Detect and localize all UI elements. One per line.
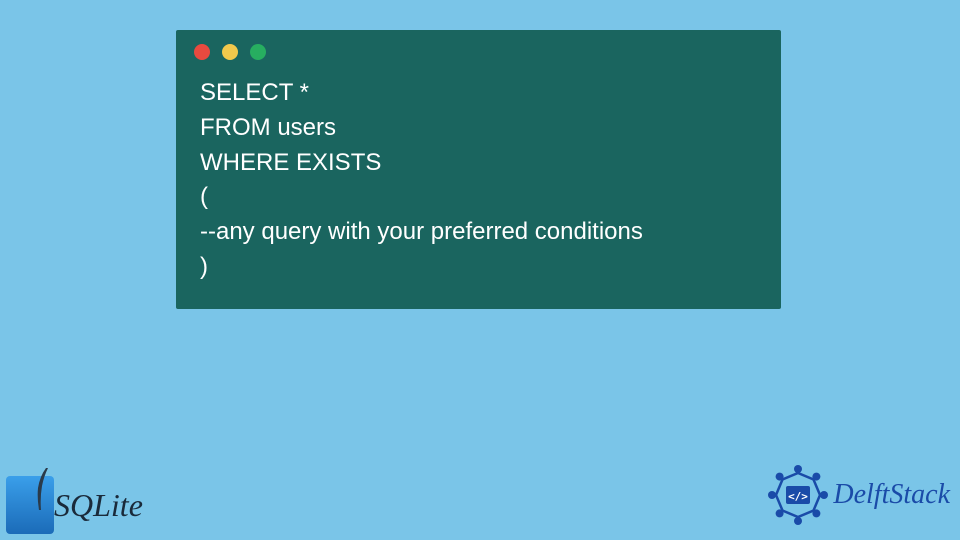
sqlite-logo: SQLite: [6, 476, 143, 534]
maximize-icon: [250, 44, 266, 60]
sqlite-text: SQLite: [54, 487, 143, 524]
code-line-4: (: [200, 183, 208, 210]
delftstack-logo: </> DelftStack: [767, 464, 950, 526]
svg-text:</>: </>: [788, 490, 808, 503]
sqlite-box-icon: [6, 476, 54, 534]
delftstack-icon: </>: [767, 464, 829, 526]
code-line-2: FROM users: [200, 114, 336, 141]
code-content: SELECT * FROM users WHERE EXISTS ( --any…: [176, 66, 781, 309]
code-line-6: ): [200, 253, 208, 280]
window-header: [176, 30, 781, 66]
code-window: SELECT * FROM users WHERE EXISTS ( --any…: [176, 30, 781, 309]
code-line-5: --any query with your preferred conditio…: [200, 218, 643, 245]
close-icon: [194, 44, 210, 60]
feather-icon: [32, 466, 50, 514]
code-line-3: WHERE EXISTS: [200, 149, 381, 176]
delftstack-text: DelftStack: [833, 479, 950, 511]
minimize-icon: [222, 44, 238, 60]
code-line-1: SELECT *: [200, 79, 309, 106]
